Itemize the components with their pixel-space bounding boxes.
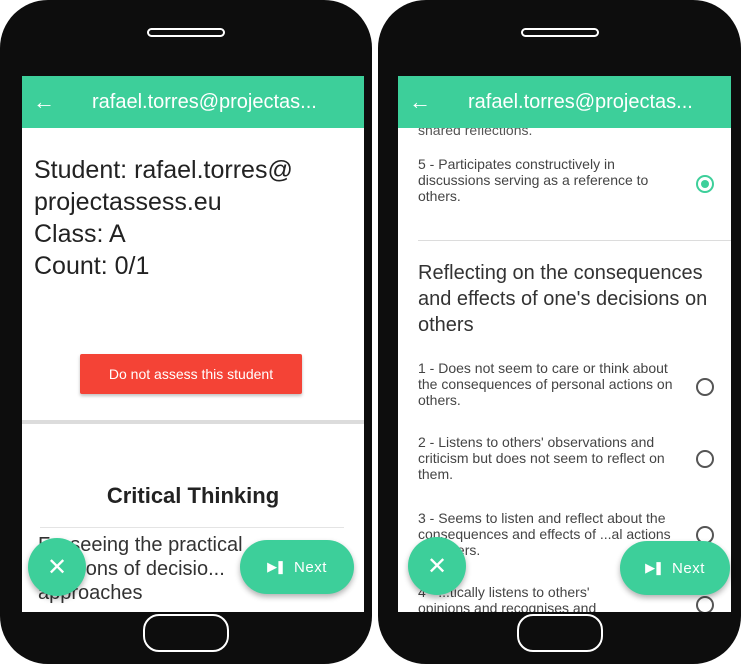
option-1[interactable]: 1 - Does not seem to care or think about… (418, 360, 681, 408)
next-fab[interactable]: ▶❚ Next (620, 541, 730, 595)
next-fab[interactable]: ▶❚ Next (240, 540, 354, 594)
class-label: Class: A (34, 220, 126, 248)
do-not-assess-button[interactable]: Do not assess this student (80, 354, 302, 394)
screen-right: ← rafael.torres@projectas... shared refl… (398, 76, 731, 612)
radio-option-4[interactable] (696, 596, 714, 612)
radio-option-5[interactable] (696, 175, 714, 193)
skip-next-icon: ▶❚ (645, 560, 664, 575)
next-label: Next (294, 558, 327, 576)
phone-frame-right: ← rafael.torres@projectas... shared refl… (378, 0, 741, 664)
back-arrow-icon[interactable]: ← (398, 76, 442, 128)
screen-left: ← rafael.torres@projectas... Student: ra… (22, 76, 364, 612)
app-bar: ← rafael.torres@projectas... (398, 76, 731, 128)
option-2[interactable]: 2 - Listens to others' observations and … (418, 434, 681, 482)
count-label: Count: 0/1 (34, 252, 150, 280)
option-4-line2: opinions and recognises and (418, 600, 597, 612)
section-title: Critical Thinking (106, 483, 280, 508)
speaker-grille (147, 28, 225, 37)
back-arrow-icon[interactable]: ← (22, 76, 66, 128)
next-label: Next (672, 559, 705, 577)
student-email-line1: Student: rafael.torres@ (34, 156, 293, 184)
app-bar-title: rafael.torres@projectas... (92, 90, 317, 113)
app-bar: ← rafael.torres@projectas... (22, 76, 364, 128)
home-button[interactable] (143, 614, 229, 652)
close-icon: ✕ (426, 552, 448, 580)
close-icon: ✕ (46, 553, 68, 581)
phone-frame-left: ← rafael.torres@projectas... Student: ra… (0, 0, 372, 664)
app-bar-title: rafael.torres@projectas... (468, 90, 693, 113)
cut-off-text: shared reflections. (418, 128, 533, 138)
student-email-line2: projectassess.eu (34, 188, 222, 216)
radio-option-1[interactable] (696, 378, 714, 396)
close-fab[interactable]: ✕ (28, 538, 86, 596)
title-divider (40, 527, 344, 528)
speaker-grille (520, 28, 599, 37)
option-5[interactable]: 5 - Participates constructively in discu… (418, 156, 681, 204)
skip-next-icon: ▶❚ (267, 559, 286, 574)
section-divider (22, 420, 364, 424)
home-button[interactable] (516, 614, 603, 652)
criterion-title: Reflecting on the consequences and effec… (418, 262, 708, 336)
student-info: Student: rafael.torres@ projectassess.eu… (22, 128, 364, 282)
radio-option-2[interactable] (696, 450, 714, 468)
criterion-divider (418, 240, 731, 241)
close-fab[interactable]: ✕ (408, 537, 466, 595)
